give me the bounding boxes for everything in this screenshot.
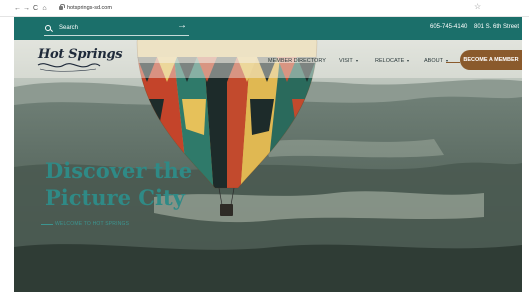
chevron-down-icon (355, 59, 358, 62)
nav-item-relocate[interactable]: RELOCATE (375, 58, 410, 64)
address-link[interactable]: 801 S. 6th Street (474, 24, 519, 30)
url-text[interactable]: hotsprings-sd.com (67, 5, 112, 11)
search-underline (44, 35, 189, 36)
home-icon[interactable]: ⌂ (40, 1, 49, 15)
address-bar[interactable]: hotsprings-sd.com (55, 3, 116, 14)
phone-link[interactable]: 605-745-4140 (430, 24, 467, 30)
bookmark-star-icon[interactable]: ☆ (474, 2, 481, 11)
hero-subheading: WELCOME TO HOT SPRINGS (55, 221, 130, 227)
nav-divider (446, 62, 460, 63)
utility-bar: Search → 605-745-4140 801 S. 6th Street (14, 17, 522, 40)
search-icon[interactable] (45, 25, 51, 31)
hero-heading-line: Discover the (45, 158, 193, 183)
hero-heading: Discover the Picture City (45, 157, 225, 211)
lock-icon (59, 3, 65, 10)
nav-item-visit[interactable]: VISIT (339, 58, 358, 64)
browser-toolbar: ← → C ⌂ hotsprings-sd.com ☆ (0, 0, 529, 17)
nav-item-member-directory[interactable]: MEMBER DIRECTORY (268, 58, 326, 64)
hero-subheading-rule (41, 224, 53, 225)
arrow-right-icon[interactable]: → (177, 21, 187, 31)
nav-item-about[interactable]: ABOUT (424, 58, 448, 64)
nav-item-label: ABOUT (424, 58, 443, 64)
website-page: Search → 605-745-4140 801 S. 6th Street … (14, 17, 522, 292)
search-input[interactable]: Search (59, 25, 78, 31)
forward-arrow-icon[interactable]: → (22, 1, 31, 15)
reload-icon[interactable]: C (31, 1, 40, 15)
chevron-down-icon (407, 59, 410, 62)
nav-item-label: RELOCATE (375, 58, 405, 64)
become-member-button[interactable]: BECOME A MEMBER (460, 50, 522, 70)
nav-item-label: VISIT (339, 58, 353, 64)
nav-item-label: MEMBER DIRECTORY (268, 58, 326, 64)
back-arrow-icon[interactable]: ← (13, 1, 22, 15)
hero-heading-line: Picture City (45, 185, 185, 210)
